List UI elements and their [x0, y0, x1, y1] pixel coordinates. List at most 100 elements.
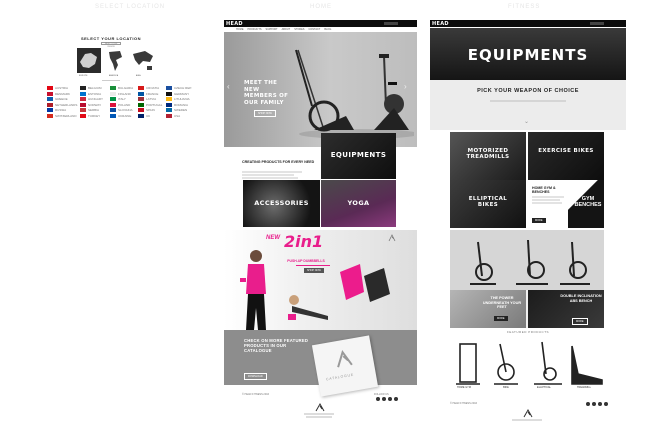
country-name: AUSTRIA: [55, 86, 69, 90]
europe-map-icon: [80, 53, 97, 68]
country-name: GERMANY: [174, 91, 190, 96]
home-gym-more-button[interactable]: MORE: [532, 218, 546, 223]
country-option[interactable]: NORWAY: [80, 102, 101, 107]
youtube-icon[interactable]: [598, 402, 602, 406]
treadmill-more-button[interactable]: MORE: [494, 316, 508, 321]
map-asia[interactable]: [131, 48, 155, 73]
tile-elliptical[interactable]: ELLIPTICAL BIKES: [450, 180, 526, 228]
nav-item[interactable]: STORES: [294, 28, 304, 31]
featured-product-label[interactable]: BIKE: [494, 386, 518, 389]
tile-bikes[interactable]: EXERCISE BIKES: [528, 132, 604, 180]
country-option[interactable]: BULGARIA: [110, 86, 133, 90]
map-europe[interactable]: [77, 48, 101, 73]
country-option[interactable]: SWEDEN: [166, 108, 187, 112]
facebook-icon[interactable]: [586, 402, 590, 406]
equipments-hero: EQUIPMENTS: [430, 28, 626, 80]
tile-yoga[interactable]: YOGA: [321, 180, 396, 227]
map-america[interactable]: [106, 48, 126, 73]
footer-head-logo-icon: [315, 402, 325, 412]
promo-shop-button[interactable]: SHOP NOW: [304, 268, 324, 273]
nav-item[interactable]: HOME: [236, 28, 244, 31]
country-option[interactable]: CZECH REP.: [166, 86, 192, 90]
country-option[interactable]: CROATIA: [138, 86, 159, 90]
chevron-down-icon[interactable]: ⌄: [524, 118, 529, 125]
region-select[interactable]: SELECT YOUR REGION: [101, 42, 121, 48]
top-bar: HEAD: [430, 20, 626, 27]
country-option[interactable]: UKRAINE: [110, 113, 132, 118]
country-name: UKRAINE: [118, 113, 132, 118]
featured-product-label[interactable]: ELLIPTICAL: [532, 386, 556, 389]
country-option[interactable]: HUNGARY: [80, 97, 103, 101]
country-option[interactable]: SPAIN: [138, 108, 155, 112]
facebook-icon[interactable]: [376, 397, 380, 401]
country-option[interactable]: POLAND: [110, 102, 131, 107]
bench-banner[interactable]: DOUBLE INCLINATION ABS BENCH MORE: [528, 290, 604, 328]
brand-logo[interactable]: HEAD: [432, 21, 449, 27]
country-option[interactable]: GREECE: [47, 97, 68, 101]
country-option[interactable]: LATVIA: [138, 97, 156, 101]
location-page: SELECT YOUR LOCATION SELECT YOUR REGION …: [14, 20, 208, 130]
country-option[interactable]: FRANCE: [138, 91, 158, 96]
country-option[interactable]: UK: [138, 113, 150, 118]
featured-product-label[interactable]: TREADMILL: [572, 386, 596, 389]
catalogue-book[interactable]: CATALOGUE: [311, 335, 379, 397]
country-name: LATVIA: [146, 97, 157, 101]
country-option[interactable]: ESTONIA: [80, 91, 101, 96]
flag-icon: [110, 91, 116, 96]
promo-divider: [296, 265, 330, 266]
search-input[interactable]: [384, 22, 398, 25]
country-option[interactable]: SLOVAKIA: [110, 108, 133, 112]
flag-icon: [166, 102, 172, 107]
country-option[interactable]: ITALY: [110, 97, 126, 101]
home-page: HEAD HOME PRODUCTS SUPPORT ABOUT STORES CONTA…: [224, 20, 417, 430]
tile-treadmills[interactable]: MOTORIZED TREADMILLS: [450, 132, 526, 180]
twitter-icon[interactable]: [382, 397, 386, 401]
country-option[interactable]: RUSSIA: [47, 108, 66, 112]
nav-item[interactable]: ABOUT: [282, 28, 291, 31]
tile-gym-benches[interactable]: HOME GYM & BENCHES MORE GYM BENCHES: [528, 180, 604, 228]
country-option[interactable]: ROMANIA: [166, 102, 188, 107]
nav-item[interactable]: SUPPORT: [266, 28, 278, 31]
country-option[interactable]: LITHUANIA: [166, 97, 190, 101]
country-option[interactable]: GERMANY: [166, 91, 190, 96]
nav-item[interactable]: PRODUCTS: [248, 28, 262, 31]
instagram-icon[interactable]: [394, 397, 398, 401]
intro-text-line: [242, 171, 302, 173]
elliptical-bike-illustration: [295, 49, 414, 139]
country-option[interactable]: PORTUGAL: [138, 102, 162, 107]
brand-logo[interactable]: HEAD: [226, 21, 243, 27]
country-option[interactable]: NETHERLANDS: [47, 102, 77, 107]
search-input[interactable]: [590, 22, 604, 25]
country-name: POLAND: [118, 102, 131, 107]
country-option[interactable]: USA: [166, 113, 180, 118]
country-option[interactable]: BELGIUM: [80, 86, 102, 90]
twitter-icon[interactable]: [592, 402, 596, 406]
country-option[interactable]: AUSTRIA: [47, 86, 68, 90]
youtube-icon[interactable]: [388, 397, 392, 401]
country-option[interactable]: FINLAND: [110, 91, 131, 96]
nav-item[interactable]: BLOG: [324, 28, 331, 31]
country-name: BULGARIA: [118, 86, 134, 90]
country-option[interactable]: TURKEY: [80, 113, 100, 118]
flag-icon: [47, 113, 53, 118]
treadmill-bench-row: THE POWER UNDERNEATH YOUR FEET MORE DOUB…: [450, 290, 604, 328]
flag-icon: [166, 91, 172, 96]
catalogue-download-button[interactable]: DOWNLOAD: [244, 373, 267, 380]
bench-banner-title: DOUBLE INCLINATION ABS BENCH: [560, 294, 602, 303]
treadmill-banner[interactable]: THE POWER UNDERNEATH YOUR FEET MORE: [450, 290, 526, 328]
country-option[interactable]: SERBIA: [80, 108, 99, 112]
tile-bikes-label: EXERCISE BIKES: [538, 148, 594, 154]
america-map-icon: [109, 51, 122, 71]
chevron-left-icon[interactable]: ‹: [227, 82, 230, 91]
hero-shop-button[interactable]: SHOP NOW: [254, 110, 276, 117]
country-option[interactable]: SWITZERLAND: [47, 113, 77, 118]
country-option[interactable]: DENMARK: [47, 91, 70, 96]
instagram-icon[interactable]: [604, 402, 608, 406]
featured-product-label[interactable]: HOME GYM: [452, 386, 476, 389]
tile-accessories[interactable]: ACCESSORIES: [243, 180, 320, 227]
tile-equipments[interactable]: EQUIPMENTS: [321, 133, 396, 179]
bench-more-button[interactable]: MORE: [572, 318, 588, 325]
tile-yoga-label: YOGA: [347, 199, 370, 207]
chevron-right-icon[interactable]: ›: [404, 82, 407, 91]
nav-item[interactable]: CONTACT: [308, 28, 320, 31]
